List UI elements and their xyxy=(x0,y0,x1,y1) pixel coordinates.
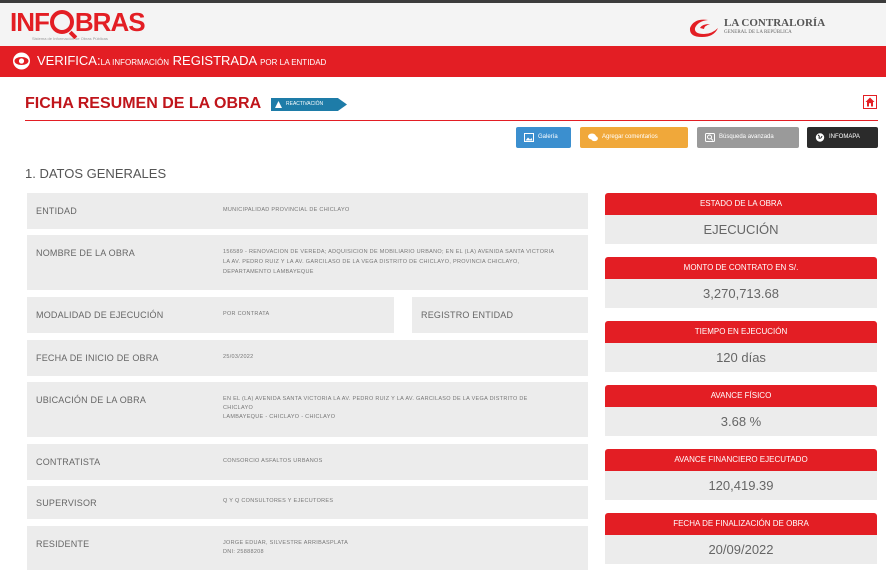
verifica-registrada: REGISTRADA xyxy=(169,53,261,68)
busqueda-avanzada-label: Búsqueda avanzada xyxy=(719,134,774,140)
card-avance-fisico: AVANCE FÍSICO 3.68 % xyxy=(605,385,877,436)
estado-obra-value: EJECUCIÓN xyxy=(605,215,877,244)
comments-icon xyxy=(588,133,598,142)
verifica-small-2: POR LA ENTIDAD xyxy=(260,58,327,67)
avance-financiero-label: AVANCE FINANCIERO EJECUTADO xyxy=(605,449,877,471)
avance-fisico-value: 3.68 % xyxy=(605,407,877,436)
contraloria-swirl-icon xyxy=(689,19,718,37)
logo-pin-icon xyxy=(49,10,74,34)
galeria-label: Galería xyxy=(538,134,558,140)
nombre-obra-label: NOMBRE DE LA OBRA xyxy=(36,248,135,258)
eye-icon xyxy=(13,52,30,70)
residente-line-1: JORGE EDUAR, SILVESTRE ARRIBASPLATA xyxy=(223,540,349,546)
contraloria-title: LA CONTRALORÍA xyxy=(724,17,826,29)
agregar-comentarios-button[interactable]: Agregar comentarios xyxy=(580,127,688,148)
logo-wordmark: INF BRAS xyxy=(10,7,146,37)
fecha-inicio-value: 25/03/2022 xyxy=(223,354,254,360)
fecha-finalizacion-value: 20/09/2022 xyxy=(605,535,877,564)
logo-text-left: INF xyxy=(10,7,50,37)
avance-fisico-label: AVANCE FÍSICO xyxy=(605,385,877,407)
tiempo-ejecucion-value: 120 días xyxy=(605,343,877,372)
modalidad-value: POR CONTRATA xyxy=(223,311,270,317)
row-residente: RESIDENTE JORGE EDUAR, SILVESTRE ARRIBAS… xyxy=(27,526,588,570)
row-ubicacion: UBICACIÓN DE LA OBRA EN EL (LA) AVENIDA … xyxy=(27,382,588,437)
home-icon xyxy=(865,97,875,107)
row-registro-entidad: REGISTRO ENTIDAD xyxy=(412,297,588,333)
contratista-label: CONTRATISTA xyxy=(36,457,101,467)
ubicacion-label: UBICACIÓN DE LA OBRA xyxy=(36,395,147,405)
card-fecha-finalizacion: FECHA DE FINALIZACIÓN DE OBRA 20/09/2022 xyxy=(605,513,877,564)
top-header: INF BRAS Sistema de Información de Obras … xyxy=(0,0,886,46)
row-contratista: CONTRATISTA CONSORCIO ASFALTOS URBANOS xyxy=(27,444,588,480)
registro-entidad-label: REGISTRO ENTIDAD xyxy=(421,310,514,320)
galeria-button[interactable]: Galería xyxy=(516,127,571,148)
verifica-small-1: LA INFORMACIÓN xyxy=(100,58,170,67)
estado-obra-label: ESTADO DE LA OBRA xyxy=(605,193,877,215)
verifica-word: VERIFICA: xyxy=(37,53,101,68)
row-supervisor: SUPERVISOR Q Y Q CONSULTORES Y EJECUTORE… xyxy=(27,486,588,519)
status-tag: REACTIVACIÓN xyxy=(271,98,347,111)
fecha-finalizacion-label: FECHA DE FINALIZACIÓN DE OBRA xyxy=(605,513,877,535)
nombre-obra-line-1: 156589 - RENOVACION DE VEREDA; ADQUISICI… xyxy=(223,249,555,255)
supervisor-value: Q Y Q CONSULTORES Y EJECUTORES xyxy=(223,498,334,504)
home-button[interactable] xyxy=(863,95,877,109)
card-estado-obra: ESTADO DE LA OBRA EJECUCIÓN xyxy=(605,193,877,244)
verifica-text: VERIFICA:LA INFORMACIÓN REGISTRADA POR L… xyxy=(37,53,326,68)
infomapa-button[interactable]: INFOMAPA xyxy=(807,127,878,148)
logo-text-right: BRAS xyxy=(74,7,146,37)
busqueda-avanzada-button[interactable]: Búsqueda avanzada xyxy=(697,127,799,148)
status-tag-label: REACTIVACIÓN xyxy=(286,101,324,107)
card-monto-contrato: MONTO DE CONTRATO EN S/. 3,270,713.68 xyxy=(605,257,877,308)
infobras-logo[interactable]: INF BRAS Sistema de Información de Obras … xyxy=(10,7,146,43)
monto-contrato-value: 3,270,713.68 xyxy=(605,279,877,308)
ubicacion-line-1: EN EL (LA) AVENIDA SANTA VICTORIA LA AV.… xyxy=(223,396,528,402)
modalidad-label: MODALIDAD DE EJECUCIÓN xyxy=(36,310,164,320)
entidad-label: ENTIDAD xyxy=(36,206,77,216)
tiempo-ejecucion-label: TIEMPO EN EJECUCIÓN xyxy=(605,321,877,343)
nombre-obra-line-3: DEPARTAMENTO LAMBAYEQUE xyxy=(223,269,314,275)
title-divider xyxy=(25,120,878,121)
residente-label: RESIDENTE xyxy=(36,539,90,549)
avance-financiero-value: 120,419.39 xyxy=(605,471,877,500)
worker-icon xyxy=(275,101,282,108)
nombre-obra-line-2: LA AV. PEDRO RUIZ Y LA AV. GARCILASO DE … xyxy=(223,259,520,265)
row-entidad: ENTIDAD MUNICIPALIDAD PROVINCIAL DE CHIC… xyxy=(27,193,588,229)
section-title-datos-generales: 1. DATOS GENERALES xyxy=(25,166,167,181)
search-icon xyxy=(705,133,715,142)
residente-line-2: DNI: 25888208 xyxy=(223,549,264,555)
card-avance-financiero: AVANCE FINANCIERO EJECUTADO 120,419.39 xyxy=(605,449,877,500)
agregar-comentarios-label: Agregar comentarios xyxy=(602,134,658,140)
monto-contrato-label: MONTO DE CONTRATO EN S/. xyxy=(605,257,877,279)
infomapa-label: INFOMAPA xyxy=(829,134,860,140)
fecha-inicio-label: FECHA DE INICIO DE OBRA xyxy=(36,353,159,363)
page-title: FICHA RESUMEN DE LA OBRA xyxy=(25,95,262,112)
contraloria-subtitle: GENERAL DE LA REPÚBLICA xyxy=(724,30,792,35)
ubicacion-line-2: CHICLAYO xyxy=(223,405,254,411)
ubicacion-line-3: LAMBAYEQUE - CHICLAYO - CHICLAYO xyxy=(223,414,336,420)
image-icon xyxy=(524,133,534,142)
verifica-banner: VERIFICA:LA INFORMACIÓN REGISTRADA POR L… xyxy=(0,46,886,77)
row-modalidad: MODALIDAD DE EJECUCIÓN POR CONTRATA xyxy=(27,297,394,333)
contratista-value: CONSORCIO ASFALTOS URBANOS xyxy=(223,458,323,464)
card-tiempo-ejecucion: TIEMPO EN EJECUCIÓN 120 días xyxy=(605,321,877,372)
supervisor-label: SUPERVISOR xyxy=(36,498,97,508)
row-fecha-inicio: FECHA DE INICIO DE OBRA 25/03/2022 xyxy=(27,340,588,376)
globe-icon xyxy=(815,133,825,142)
entidad-value: MUNICIPALIDAD PROVINCIAL DE CHICLAYO xyxy=(223,207,350,213)
row-nombre-obra: NOMBRE DE LA OBRA 156589 - RENOVACION DE… xyxy=(27,235,588,290)
